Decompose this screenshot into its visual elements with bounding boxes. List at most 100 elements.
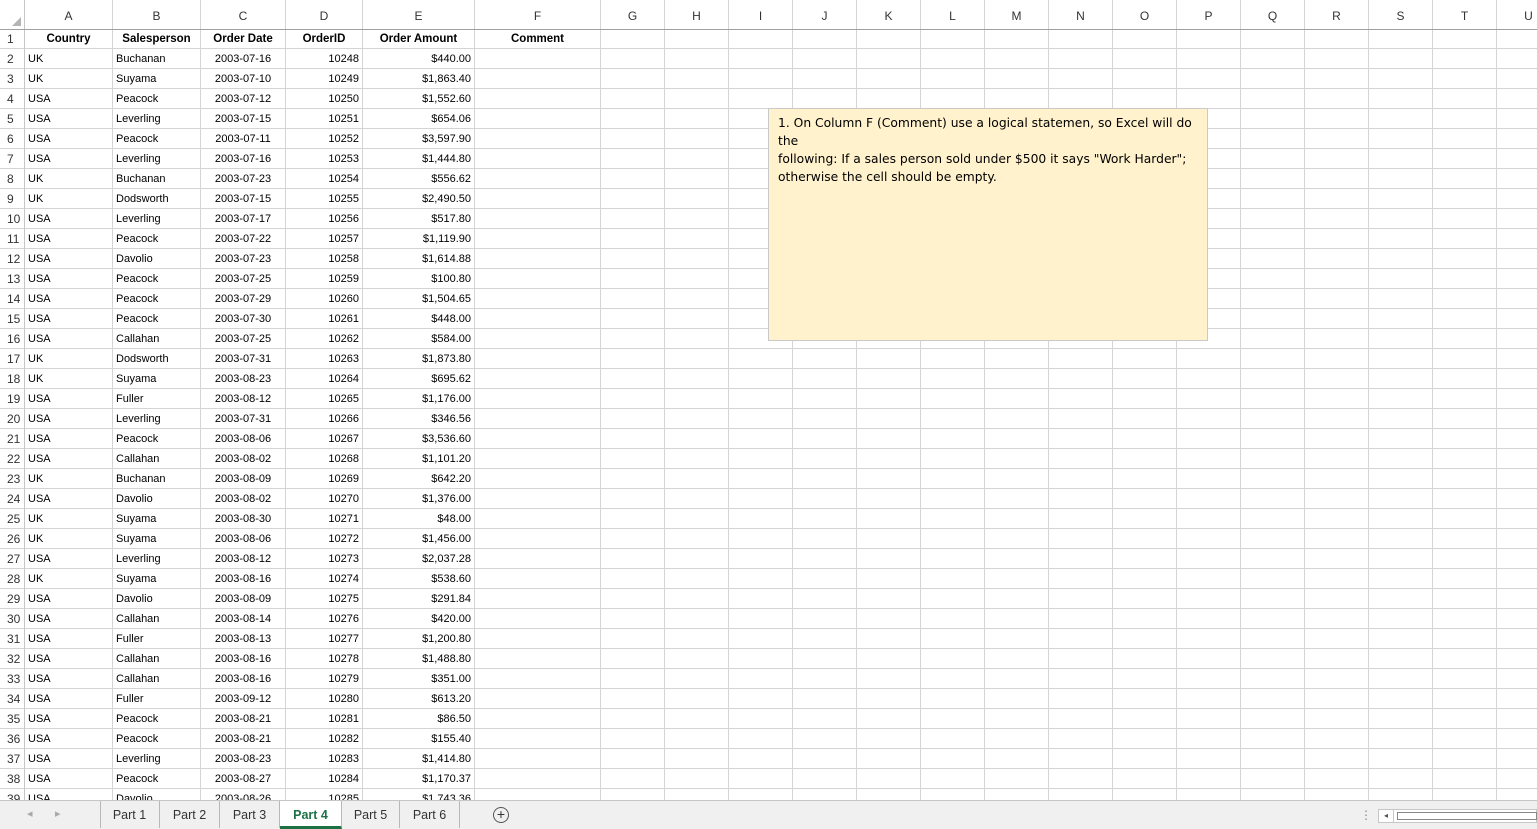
row-header[interactable]: 33	[0, 669, 25, 689]
cell-q[interactable]	[1241, 389, 1305, 409]
cell-g[interactable]	[601, 109, 665, 129]
cell-a[interactable]: Country	[25, 29, 113, 49]
cell-l[interactable]	[921, 369, 985, 389]
cell-f[interactable]	[475, 529, 601, 549]
cell-g[interactable]	[601, 449, 665, 469]
column-header-p[interactable]: P	[1177, 0, 1241, 29]
cell-a[interactable]: USA	[25, 709, 113, 729]
cell-g[interactable]	[601, 609, 665, 629]
cell-s[interactable]	[1369, 349, 1433, 369]
cell-a[interactable]: USA	[25, 149, 113, 169]
cell-t[interactable]	[1433, 289, 1497, 309]
cell-q[interactable]	[1241, 149, 1305, 169]
cell-g[interactable]	[601, 149, 665, 169]
cell-u[interactable]	[1497, 469, 1537, 489]
cell-h[interactable]	[665, 269, 729, 289]
cell-c[interactable]: 2003-07-31	[201, 349, 286, 369]
cell-f[interactable]	[475, 409, 601, 429]
spreadsheet-grid[interactable]: ABCDEFGHIJKLMNOPQRSTU 1 Country Salesperso…	[0, 0, 1537, 800]
cell-b[interactable]: Leverling	[113, 409, 201, 429]
cell-c[interactable]: 2003-07-15	[201, 109, 286, 129]
cell-r[interactable]	[1305, 149, 1369, 169]
cell-b[interactable]: Peacock	[113, 289, 201, 309]
cell-u[interactable]	[1497, 229, 1537, 249]
cell-m[interactable]	[985, 729, 1049, 749]
cell-j[interactable]	[793, 349, 857, 369]
cell-d[interactable]: 10268	[286, 449, 363, 469]
cell-b[interactable]: Leverling	[113, 209, 201, 229]
cell-o[interactable]	[1113, 29, 1177, 49]
cell-n[interactable]	[1049, 729, 1113, 749]
cell-c[interactable]: 2003-08-12	[201, 389, 286, 409]
cell-k[interactable]	[857, 69, 921, 89]
cell-u[interactable]	[1497, 429, 1537, 449]
cell-f[interactable]	[475, 709, 601, 729]
cell-p[interactable]	[1177, 529, 1241, 549]
cell-q[interactable]	[1241, 649, 1305, 669]
cell-l[interactable]	[921, 509, 985, 529]
cell-t[interactable]	[1433, 369, 1497, 389]
cell-s[interactable]	[1369, 189, 1433, 209]
cell-p[interactable]	[1177, 589, 1241, 609]
cell-l[interactable]	[921, 729, 985, 749]
cell-h[interactable]	[665, 229, 729, 249]
cell-q[interactable]	[1241, 309, 1305, 329]
cell-d[interactable]: 10258	[286, 249, 363, 269]
cell-c[interactable]: 2003-08-12	[201, 549, 286, 569]
cell-e[interactable]: $538.60	[363, 569, 475, 589]
cell-u[interactable]	[1497, 769, 1537, 789]
cell-b[interactable]: Suyama	[113, 529, 201, 549]
sheet-tab-4[interactable]: Part 4	[280, 801, 342, 829]
cell-s[interactable]	[1369, 209, 1433, 229]
cell-l[interactable]	[921, 589, 985, 609]
cell-g[interactable]	[601, 229, 665, 249]
cell-l[interactable]	[921, 529, 985, 549]
row-header[interactable]: 9	[0, 189, 25, 209]
cell-f[interactable]	[475, 49, 601, 69]
cell-m[interactable]	[985, 349, 1049, 369]
cell-e[interactable]: $3,597.90	[363, 129, 475, 149]
cell-h[interactable]	[665, 129, 729, 149]
cell-k[interactable]	[857, 369, 921, 389]
cell-q[interactable]	[1241, 289, 1305, 309]
cell-s[interactable]	[1369, 89, 1433, 109]
row-header[interactable]: 29	[0, 589, 25, 609]
cell-f[interactable]	[475, 449, 601, 469]
cell-r[interactable]	[1305, 189, 1369, 209]
cell-g[interactable]	[601, 189, 665, 209]
cell-n[interactable]	[1049, 429, 1113, 449]
cell-l[interactable]	[921, 569, 985, 589]
cell-i[interactable]	[729, 69, 793, 89]
cell-b[interactable]: Davolio	[113, 249, 201, 269]
cell-u[interactable]	[1497, 449, 1537, 469]
cell-d[interactable]: 10282	[286, 729, 363, 749]
cell-f[interactable]	[475, 629, 601, 649]
cell-l[interactable]	[921, 609, 985, 629]
cell-k[interactable]	[857, 789, 921, 800]
cell-o[interactable]	[1113, 489, 1177, 509]
cell-c[interactable]: 2003-07-31	[201, 409, 286, 429]
row-header[interactable]: 18	[0, 369, 25, 389]
cell-f[interactable]	[475, 269, 601, 289]
cell-h[interactable]	[665, 389, 729, 409]
cell-k[interactable]	[857, 709, 921, 729]
cell-n[interactable]	[1049, 709, 1113, 729]
cell-u[interactable]	[1497, 89, 1537, 109]
column-header-t[interactable]: T	[1433, 0, 1497, 29]
sheet-tab-2[interactable]: Part 2	[160, 801, 220, 828]
prev-sheet-icon[interactable]: ◂	[27, 807, 33, 820]
cell-u[interactable]	[1497, 529, 1537, 549]
cell-s[interactable]	[1369, 449, 1433, 469]
cell-n[interactable]	[1049, 649, 1113, 669]
cell-j[interactable]	[793, 609, 857, 629]
cell-m[interactable]	[985, 749, 1049, 769]
cell-b[interactable]: Peacock	[113, 429, 201, 449]
cell-k[interactable]	[857, 29, 921, 49]
cell-g[interactable]	[601, 369, 665, 389]
cell-h[interactable]	[665, 449, 729, 469]
cell-f[interactable]	[475, 789, 601, 800]
cell-s[interactable]	[1369, 249, 1433, 269]
cell-d[interactable]: 10252	[286, 129, 363, 149]
cell-g[interactable]	[601, 349, 665, 369]
cell-d[interactable]: 10256	[286, 209, 363, 229]
